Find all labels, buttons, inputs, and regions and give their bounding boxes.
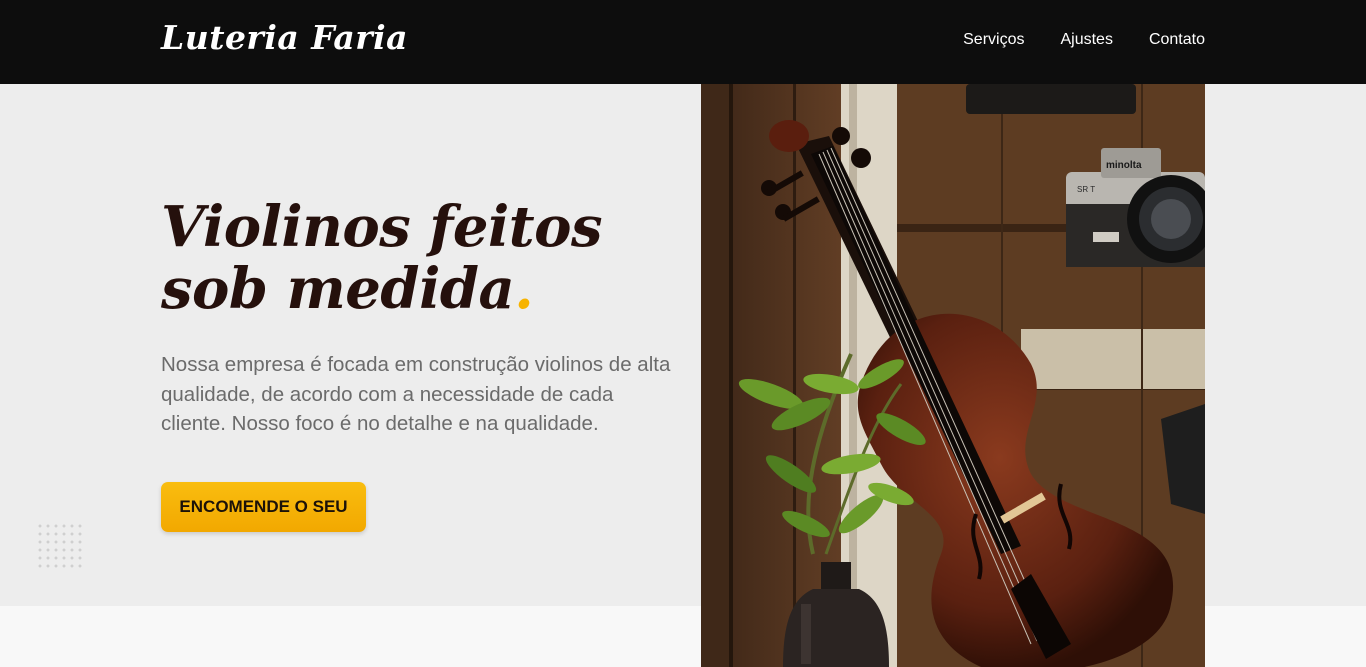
nav-link-contato[interactable]: Contato bbox=[1149, 31, 1205, 49]
main-nav: Serviços Ajustes Contato bbox=[963, 31, 1205, 49]
nav-link-servicos[interactable]: Serviços bbox=[963, 31, 1024, 49]
hero-headline: Violinos feitos sob medida. bbox=[161, 196, 681, 320]
brand-logo[interactable]: Luteria Faria bbox=[161, 18, 408, 57]
accent-dot: . bbox=[514, 256, 534, 322]
hero-photo-violin: minolta SR T bbox=[701, 84, 1205, 667]
hero-description: Nossa empresa é focada em construção vio… bbox=[161, 353, 671, 435]
site-header: Luteria Faria Serviços Ajustes Contato bbox=[0, 0, 1366, 84]
dot-pattern-decoration bbox=[36, 522, 86, 572]
camera-model: SR T bbox=[1077, 185, 1095, 194]
camera-brand: minolta bbox=[1106, 160, 1142, 171]
order-button[interactable]: ENCOMENDE O SEU bbox=[161, 482, 366, 532]
nav-link-ajustes[interactable]: Ajustes bbox=[1060, 31, 1112, 49]
hero-headline-text: Violinos feitos sob medida bbox=[161, 194, 602, 322]
